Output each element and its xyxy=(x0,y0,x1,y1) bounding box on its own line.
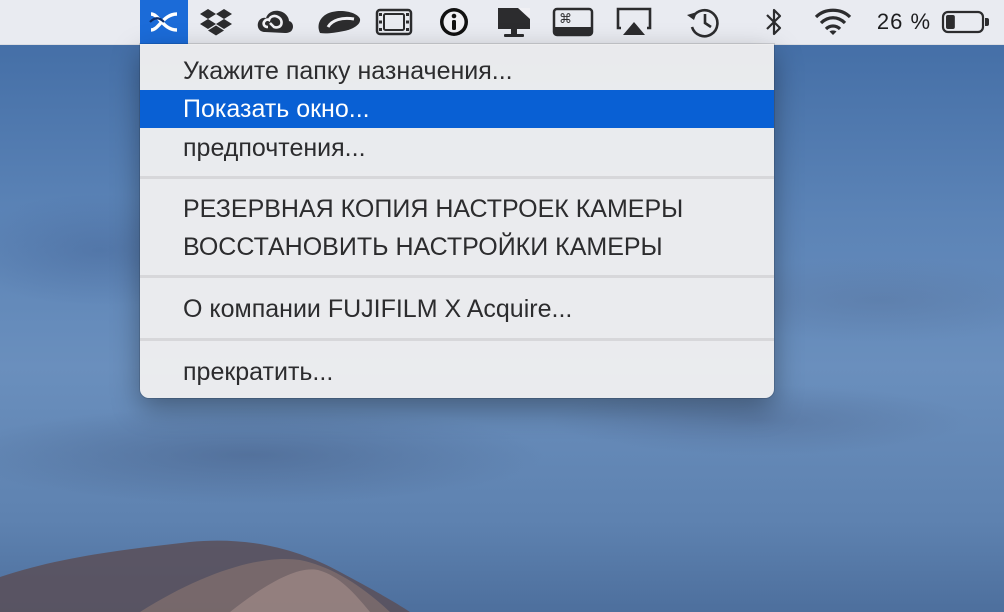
film-strip-menu-extra[interactable] xyxy=(370,0,418,44)
time-machine-icon xyxy=(687,8,719,38)
bluetooth-icon xyxy=(766,8,782,36)
menu-item-label: ВОССТАНОВИТЬ НАСТРОЙКИ КАМЕРЫ xyxy=(183,233,663,261)
menu-item-label: прекратить... xyxy=(183,358,334,386)
menu-item-backup-camera-settings[interactable]: РЕЗЕРВНАЯ КОПИЯ НАСТРОЕК КАМЕРЫ xyxy=(140,190,774,228)
airplay-menu-extra[interactable] xyxy=(612,0,656,44)
bluetooth-menu-extra[interactable] xyxy=(756,0,792,44)
info-dot-icon xyxy=(440,8,468,36)
display-menu-extra[interactable] xyxy=(492,0,536,44)
menu-item-quit[interactable]: прекратить... xyxy=(140,353,774,391)
menu-separator xyxy=(140,338,774,341)
battery-percent-label: 26 % xyxy=(876,9,932,34)
dropbox-menu-extra[interactable] xyxy=(194,0,238,44)
fujifilm-x-acquire-menu-extra[interactable] xyxy=(140,0,188,44)
battery-percentage[interactable]: 26 % xyxy=(868,0,940,44)
keyboard-shortcut-icon: ⌘ xyxy=(552,7,594,37)
cloud-app-icon xyxy=(318,10,361,34)
menu-item-label: предпочтения... xyxy=(183,134,366,162)
cloud-app-menu-extra[interactable] xyxy=(312,0,364,44)
wifi-menu-extra[interactable] xyxy=(810,0,856,44)
film-strip-icon xyxy=(375,8,413,36)
menu-item-show-window[interactable]: Показать окно... xyxy=(140,90,774,128)
display-mirroring-icon xyxy=(498,8,530,37)
dropbox-icon xyxy=(200,9,232,36)
menu-item-restore-camera-settings[interactable]: ВОССТАНОВИТЬ НАСТРОЙКИ КАМЕРЫ xyxy=(140,228,774,266)
airplay-icon xyxy=(616,7,652,35)
menu-item-set-destination-folder[interactable]: Укажите папку назначения... xyxy=(140,52,774,90)
keyboard-shortcut-menu-extra[interactable]: ⌘ xyxy=(550,0,596,44)
fujifilm-x-acquire-dropdown-menu: Укажите папку назначения... Показать окн… xyxy=(140,44,774,398)
battery-icon xyxy=(941,10,989,34)
info-dot-menu-extra[interactable] xyxy=(434,0,474,44)
menu-item-preferences[interactable]: предпочтения... xyxy=(140,129,774,167)
menu-item-label: О компании FUJIFILM X Acquire... xyxy=(183,295,573,323)
menu-separator xyxy=(140,176,774,179)
creative-cloud-icon xyxy=(257,10,293,33)
time-machine-menu-extra[interactable] xyxy=(682,0,726,44)
menu-bar: ⌘ 26 % xyxy=(0,0,1004,45)
menu-item-label: Укажите папку назначения... xyxy=(183,57,513,85)
wifi-icon xyxy=(814,8,852,35)
menu-item-about[interactable]: О компании FUJIFILM X Acquire... xyxy=(140,290,774,328)
menu-separator xyxy=(140,275,774,278)
creative-cloud-menu-extra[interactable] xyxy=(252,0,298,44)
svg-text:⌘: ⌘ xyxy=(559,12,572,27)
menu-item-label: Показать окно... xyxy=(183,95,370,123)
battery-level-fill xyxy=(946,15,955,29)
fujifilm-x-acquire-icon xyxy=(149,12,178,32)
battery-menu-extra[interactable] xyxy=(940,0,992,44)
menu-item-label: РЕЗЕРВНАЯ КОПИЯ НАСТРОЕК КАМЕРЫ xyxy=(183,195,684,223)
desert-dune-image xyxy=(0,540,410,612)
